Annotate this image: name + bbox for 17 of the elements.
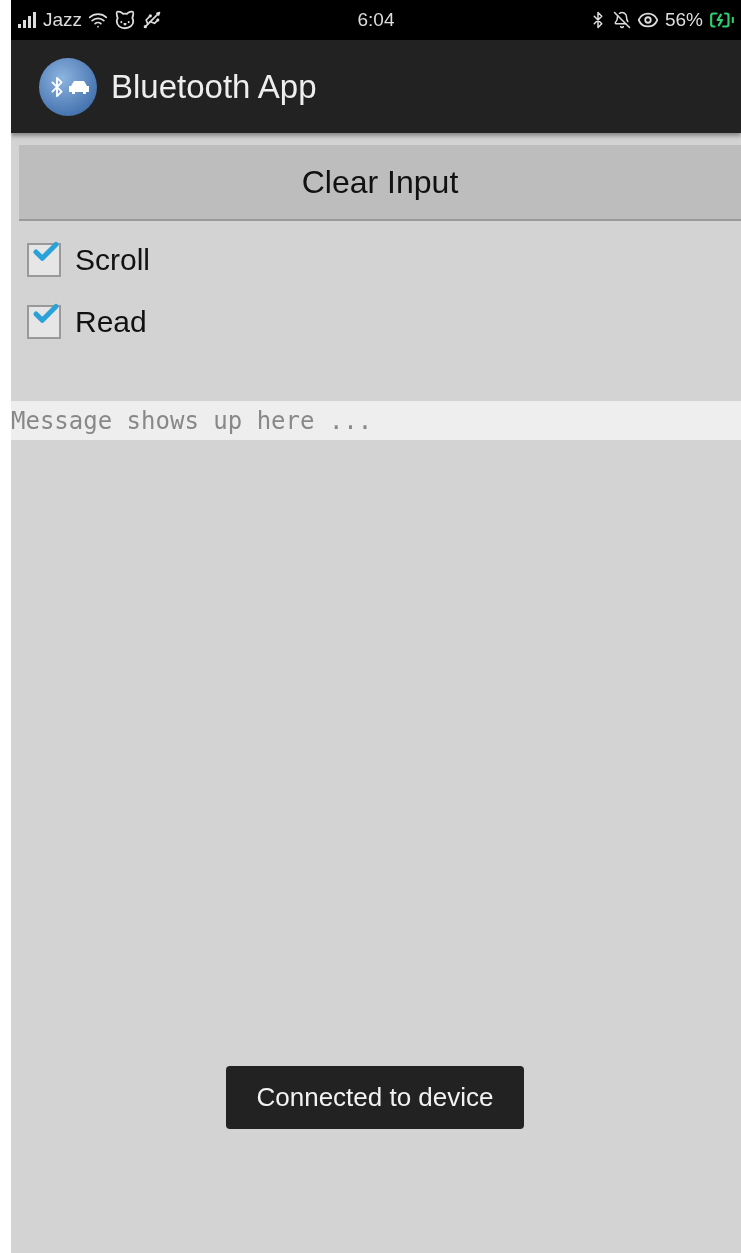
clear-input-button[interactable]: Clear Input: [19, 145, 741, 221]
wifi-icon: [88, 10, 109, 30]
bell-off-icon: [612, 11, 631, 29]
carrier-name: Jazz: [43, 9, 83, 31]
clock-time: 6:04: [357, 9, 395, 31]
checkbox[interactable]: [27, 305, 61, 339]
checkbox[interactable]: [27, 243, 61, 277]
battery-percent: 56%: [664, 9, 703, 31]
app-title: Bluetooth App: [111, 67, 317, 106]
app-logo-icon: [39, 57, 97, 116]
checkbox-label: Read: [75, 305, 147, 339]
toast-message: Connected to device: [226, 1066, 524, 1129]
usb-icon: [142, 10, 163, 30]
message-field[interactable]: Message shows up here ...: [11, 401, 741, 440]
cat-icon: [114, 9, 137, 31]
checkbox-label: Scroll: [75, 243, 150, 277]
signal-icon: [17, 12, 37, 28]
